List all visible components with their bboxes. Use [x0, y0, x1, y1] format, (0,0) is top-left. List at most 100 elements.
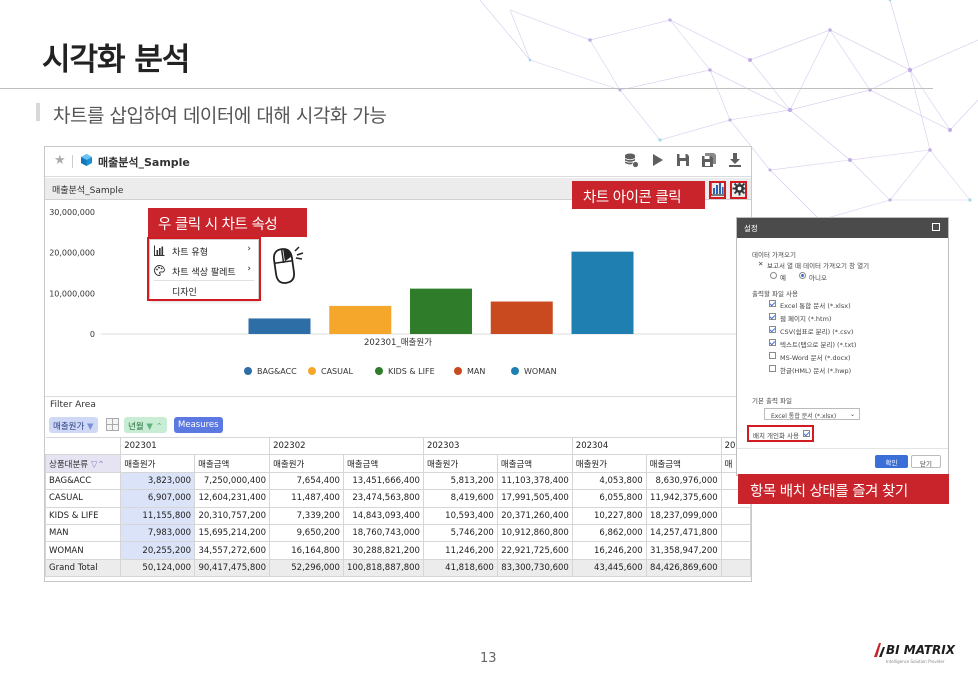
close-button[interactable]: 닫기 — [911, 455, 941, 468]
table-cell[interactable]: 7,983,000 — [120, 523, 196, 543]
table-cell[interactable]: 20,255,200 — [120, 541, 196, 560]
table-cell[interactable]: 50,124,000 — [120, 558, 196, 578]
chip-measures[interactable]: Measures — [174, 417, 223, 433]
row-label[interactable]: CASUAL — [45, 489, 122, 508]
table-cell[interactable]: 100,818,887,800 — [342, 558, 424, 578]
table-cell[interactable]: 8,630,976,000 — [645, 471, 722, 491]
save-icon[interactable] — [675, 152, 691, 168]
ok-button[interactable]: 확인 — [875, 455, 908, 468]
table-cell[interactable]: 4,053,800 — [571, 471, 647, 491]
measure-header[interactable]: 매출금액 — [194, 454, 271, 473]
pivot-grid-icon[interactable] — [106, 418, 119, 431]
row-label[interactable]: WOMAN — [45, 541, 122, 560]
row-label[interactable]: MAN — [45, 523, 122, 543]
export-checkbox[interactable] — [769, 352, 776, 359]
table-cell[interactable]: 7,654,400 — [269, 471, 344, 491]
table-cell[interactable]: 11,155,800 — [120, 506, 196, 525]
table-cell[interactable]: 11,246,200 — [422, 541, 498, 560]
period-header[interactable]: 202301 — [120, 436, 271, 456]
default-export-select[interactable]: Excel 통합 문서 (*.xlsx) ⌄ — [764, 408, 860, 420]
table-cell[interactable]: 34,557,272,600 — [194, 541, 271, 560]
measure-header[interactable]: 매출원가 — [269, 454, 344, 473]
table-cell[interactable]: 6,907,000 — [120, 489, 196, 508]
table-cell[interactable]: 10,912,860,800 — [496, 523, 573, 543]
table-cell[interactable]: 20,310,757,200 — [194, 506, 271, 525]
measure-header[interactable]: 매출금액 — [496, 454, 573, 473]
measure-header[interactable]: 매출금액 — [342, 454, 424, 473]
table-cell[interactable]: 52,296,000 — [269, 558, 344, 578]
table-cell[interactable]: 7,250,000,400 — [194, 471, 271, 491]
table-cell[interactable]: 11,487,400 — [269, 489, 344, 508]
table-cell[interactable]: 11,103,378,400 — [496, 471, 573, 491]
legend-item[interactable]: MAN — [454, 367, 485, 376]
table-cell[interactable]: 14,843,093,400 — [342, 506, 424, 525]
table-cell[interactable]: 10,593,400 — [422, 506, 498, 525]
legend-item[interactable]: BAG&ACC — [244, 367, 297, 376]
table-cell[interactable]: 18,237,099,000 — [645, 506, 722, 525]
bar-4[interactable] — [571, 251, 634, 334]
export-checkbox[interactable] — [769, 326, 776, 333]
table-cell[interactable]: 8,419,600 — [422, 489, 498, 508]
database-run-icon[interactable] — [623, 152, 639, 168]
table-cell[interactable]: 3,823,000 — [120, 471, 196, 491]
download-icon[interactable] — [727, 152, 743, 168]
table-cell[interactable]: 83,300,730,600 — [496, 558, 573, 578]
table-cell[interactable]: 90,417,475,800 — [194, 558, 271, 578]
bar-1[interactable] — [329, 305, 392, 334]
chip-cost[interactable]: 매출원가 ▼ — [49, 417, 98, 433]
table-cell[interactable]: 43,445,600 — [571, 558, 647, 578]
table-cell[interactable]: 41,818,600 — [422, 558, 498, 578]
row-dimension-header[interactable]: 상품대분류 ▽⌃ — [45, 454, 122, 473]
period-header[interactable]: 202303 — [422, 436, 573, 456]
table-cell[interactable]: 16,164,800 — [269, 541, 344, 560]
table-cell[interactable]: 23,474,563,800 — [342, 489, 424, 508]
table-cell[interactable]: 6,862,000 — [571, 523, 647, 543]
measure-header[interactable]: 매출원가 — [422, 454, 498, 473]
star-icon[interactable]: ★ — [54, 153, 66, 168]
maximize-icon[interactable] — [932, 223, 940, 231]
table-cell[interactable]: 5,813,200 — [422, 471, 498, 491]
row-label[interactable]: KIDS & LIFE — [45, 506, 122, 525]
row-label[interactable]: Grand Total — [45, 558, 122, 578]
measure-header[interactable]: 매출금액 — [645, 454, 722, 473]
table-cell[interactable]: 20,371,260,400 — [496, 506, 573, 525]
radio-yes[interactable] — [770, 272, 777, 279]
table-cell[interactable]: 31,358,947,200 — [645, 541, 722, 560]
row-label[interactable]: BAG&ACC — [45, 471, 122, 491]
measure-header[interactable]: 매출원가 — [571, 454, 647, 473]
export-checkbox[interactable] — [769, 300, 776, 307]
table-cell[interactable]: 22,921,725,600 — [496, 541, 573, 560]
table-cell[interactable]: 17,991,505,400 — [496, 489, 573, 508]
period-header[interactable]: 202302 — [269, 436, 424, 456]
table-cell[interactable]: 6,055,800 — [571, 489, 647, 508]
table-cell[interactable]: 18,760,743,000 — [342, 523, 424, 543]
play-icon[interactable] — [649, 152, 665, 168]
table-cell[interactable]: 11,942,375,600 — [645, 489, 722, 508]
export-checkbox[interactable] — [769, 365, 776, 372]
bar-2[interactable] — [410, 288, 472, 334]
table-cell[interactable]: 10,227,800 — [571, 506, 647, 525]
radio-no[interactable] — [799, 272, 806, 279]
bar-0[interactable] — [248, 318, 311, 334]
table-cell[interactable]: 12,604,231,400 — [194, 489, 271, 508]
measure-header[interactable]: 매출원가 — [120, 454, 196, 473]
table-cell[interactable]: 84,426,869,600 — [645, 558, 722, 578]
chip-year-month[interactable]: 년월 ▼ ⌃ — [124, 417, 167, 433]
legend-item[interactable]: WOMAN — [511, 367, 557, 376]
table-cell[interactable]: 30,288,821,200 — [342, 541, 424, 560]
table-cell[interactable]: 7,339,200 — [269, 506, 344, 525]
export-checkbox[interactable] — [769, 313, 776, 320]
export-checkbox[interactable] — [769, 339, 776, 346]
legend-item[interactable]: CASUAL — [308, 367, 353, 376]
legend-item[interactable]: KIDS & LIFE — [375, 367, 435, 376]
highlight-layout-personalize — [747, 425, 814, 442]
table-cell[interactable]: 16,246,200 — [571, 541, 647, 560]
table-cell[interactable]: 9,650,200 — [269, 523, 344, 543]
table-cell[interactable]: 14,257,471,800 — [645, 523, 722, 543]
table-cell[interactable]: 13,451,666,400 — [342, 471, 424, 491]
save-as-icon[interactable] — [701, 152, 717, 168]
period-header[interactable]: 202304 — [571, 436, 722, 456]
table-cell[interactable]: 15,695,214,200 — [194, 523, 271, 543]
bar-3[interactable] — [490, 301, 553, 334]
table-cell[interactable]: 5,746,200 — [422, 523, 498, 543]
